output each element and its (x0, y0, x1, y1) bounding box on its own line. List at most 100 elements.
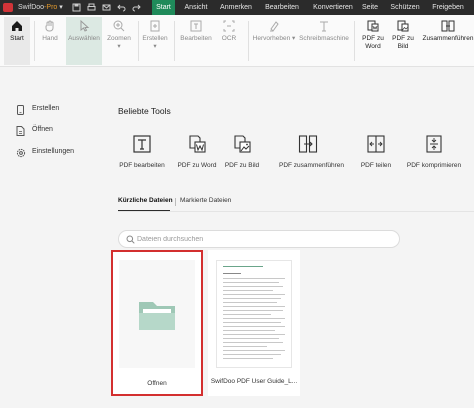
sidebar-item-label: Öffnen (32, 126, 53, 133)
pdf-to-image-label-line1: PDF zu (392, 35, 414, 42)
zoom-label: Zoomen ▾ (107, 35, 131, 50)
start-button[interactable]: Start (4, 17, 30, 65)
doc-line (223, 314, 271, 315)
pdf-to-word-label-line1: PDF zu (362, 35, 384, 42)
app-brand[interactable]: SwifDoo-Pro ▾ (18, 3, 63, 11)
zoom-button[interactable]: Zoomen ▾ (105, 17, 133, 65)
ocr-icon (223, 20, 235, 32)
sidebar-item-label: Einstellungen (32, 148, 75, 155)
doc-line (223, 330, 275, 331)
start-label: Start (10, 35, 24, 42)
merge-button[interactable]: Zusammenführen (422, 17, 474, 65)
gear-icon (16, 148, 26, 158)
divider (138, 21, 139, 61)
menu-protect[interactable]: Schützen (389, 0, 421, 15)
tool-pdf-to-image[interactable]: PDF zu Bild (213, 134, 271, 169)
tool-label: PDF zusammenführen (279, 162, 345, 169)
menu-page[interactable]: Seite (360, 0, 380, 15)
merge-label: Zusammenführen (422, 35, 474, 42)
tool-label: PDF bearbeiten (119, 162, 165, 169)
ocr-button[interactable]: OCR (218, 17, 240, 65)
doc-line (223, 342, 283, 343)
open-file-label: Öffnen (147, 380, 167, 387)
doc-line (223, 326, 285, 327)
open-file-card[interactable]: Öffnen (111, 250, 203, 396)
doc-line (223, 302, 277, 303)
tab-divider (175, 198, 176, 206)
menu-start[interactable]: Start (152, 0, 175, 15)
hand-icon (45, 20, 54, 32)
document-thumbnail (216, 260, 292, 368)
compress-icon (426, 135, 442, 153)
hand-tool-button[interactable]: Hand (38, 17, 62, 65)
pdf-to-image-label-line2: Bild (397, 43, 409, 50)
pdf-to-word-icon (189, 135, 206, 153)
edit-icon (190, 20, 202, 32)
doc-line (223, 346, 267, 347)
select-tool-button[interactable]: Auswählen (66, 17, 102, 65)
folder-icon (139, 302, 175, 330)
search-input[interactable] (137, 233, 387, 246)
typewriter-icon (320, 21, 328, 32)
pdf-to-image-button[interactable]: PDF zu Bild (389, 17, 417, 65)
tab-starred-files[interactable]: Markierte Dateien (180, 197, 231, 204)
edit-button[interactable]: Bearbeiten (178, 17, 214, 65)
tool-compress-pdf[interactable]: PDF komprimieren (397, 134, 471, 169)
merge-icon (298, 135, 318, 153)
sidebar: Erstellen Öffnen Einstellungen (0, 68, 100, 408)
doc-line (223, 278, 285, 279)
highlight-button[interactable]: Hervorheben ▾ (252, 17, 296, 65)
tool-edit-pdf[interactable]: PDF bearbeiten (113, 134, 171, 169)
sidebar-item-label: Erstellen (32, 105, 60, 112)
menu-bar: SwifDoo-Pro ▾ Start Ansicht Anmerken Bea… (0, 0, 474, 15)
zoom-icon (113, 20, 125, 32)
ribbon-toolbar: Start Hand Auswählen Zoomen ▾ Erstellen … (0, 15, 474, 67)
menu-annotate[interactable]: Anmerken (219, 0, 253, 15)
pdf-to-word-button[interactable]: PDF zu Word (358, 17, 388, 65)
tool-label: PDF zu Bild (224, 162, 260, 169)
doc-line (223, 318, 285, 319)
menu-share[interactable]: Freigeben (430, 0, 466, 15)
create-label: Erstellen ▾ (142, 35, 168, 50)
doc-line (223, 306, 285, 307)
mail-icon[interactable] (102, 3, 111, 12)
brand-name: SwifDoo (18, 4, 45, 11)
doc-line (223, 286, 283, 287)
create-button[interactable]: Erstellen ▾ (141, 17, 169, 65)
popular-tools-title: Beliebte Tools (118, 106, 171, 116)
merge-icon (441, 20, 455, 32)
file-search-box (118, 230, 400, 248)
doc-line (223, 350, 285, 351)
menu-view[interactable]: Ansicht (183, 0, 209, 15)
home-icon (12, 21, 22, 31)
brand-dropdown-icon[interactable]: ▾ (59, 4, 63, 11)
doc-line (223, 310, 283, 311)
menu-edit[interactable]: Bearbeiten (263, 0, 301, 15)
typewriter-button[interactable]: Schreibmaschine (298, 17, 350, 65)
doc-line (223, 294, 285, 295)
phone-icon (17, 105, 24, 115)
select-label: Auswählen (68, 35, 100, 42)
undo-icon[interactable] (117, 3, 126, 12)
pdf-to-image-icon (234, 135, 251, 153)
divider (34, 21, 35, 61)
doc-line (223, 273, 241, 274)
print-icon[interactable] (87, 3, 96, 12)
hand-label: Hand (42, 35, 58, 42)
recent-file-card[interactable]: SwifDoo PDF User Guide_L... (208, 250, 300, 396)
tab-recent-files[interactable]: Kürzliche Dateien (118, 197, 173, 204)
file-icon (16, 126, 25, 136)
doc-line (223, 282, 279, 283)
ocr-label: OCR (221, 35, 237, 42)
redo-icon[interactable] (132, 3, 141, 12)
highlight-label: Hervorheben ▾ (252, 35, 296, 42)
menu-convert[interactable]: Konvertieren (311, 0, 355, 15)
tool-merge-pdf[interactable]: PDF zusammenführen (279, 134, 345, 169)
highlighter-icon (270, 21, 279, 32)
save-icon[interactable] (72, 3, 81, 12)
app-logo-icon (3, 3, 13, 12)
pdf-to-word-icon (367, 20, 379, 32)
edit-label: Bearbeiten (180, 35, 212, 42)
brand-suffix: -Pro (44, 4, 58, 11)
search-icon (126, 235, 135, 244)
